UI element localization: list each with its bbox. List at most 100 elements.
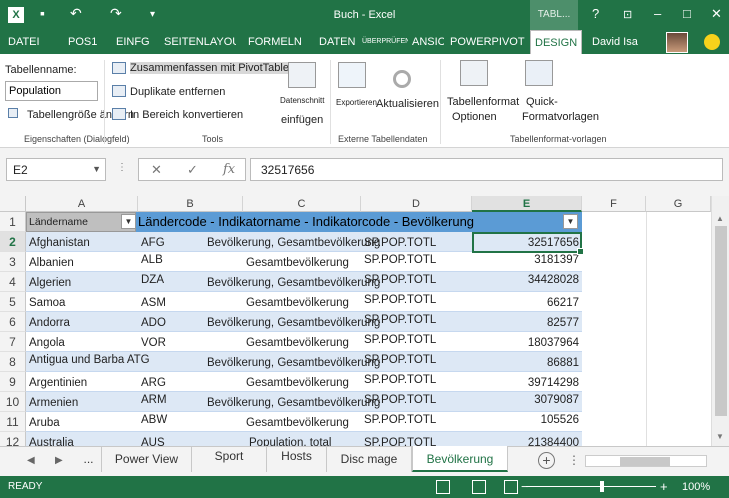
add-sheet-icon[interactable]: + [538, 452, 555, 469]
cell-indicator-code[interactable]: SP.POP.TOTL [361, 352, 436, 372]
row-header[interactable]: 10 [0, 392, 26, 412]
formula-input[interactable]: 32517656 [250, 158, 723, 181]
ribbon-display-options-icon[interactable]: ⊡ [623, 8, 632, 21]
cell-population[interactable]: 66217 [472, 292, 582, 312]
cell-indicator[interactable]: Bevölkerung, Gesamtbevölkerung [204, 272, 380, 292]
cell-country[interactable]: Antigua und Barba ATG [26, 352, 150, 372]
cell-code[interactable]: ARG [138, 372, 166, 392]
cell-indicator[interactable]: Bevölkerung, Gesamtbevölkerung [204, 312, 380, 332]
chevron-down-icon[interactable]: ▼ [92, 164, 101, 174]
cell-indicator-code[interactable]: SP.POP.TOTL [361, 392, 436, 412]
column-header-b[interactable]: B [138, 196, 243, 212]
active-cell-e2[interactable] [472, 232, 584, 255]
header-cell-laendername[interactable]: Ländername [26, 212, 136, 232]
tab-ansicht[interactable]: ANSICHT [408, 30, 444, 54]
tab-einfg[interactable]: EINFG [112, 30, 154, 54]
horizontal-scrollbar[interactable] [585, 455, 707, 467]
quick-styles-button-2[interactable]: Formatvorlagen [522, 111, 599, 123]
close-button[interactable]: ✕ [711, 6, 722, 22]
name-box[interactable]: E2 ▼ [6, 158, 106, 181]
sheet-tab-bevoelkerung[interactable]: Bevölkerung [412, 446, 508, 472]
tab-ueberpruefen[interactable]: ÜBERPRÜFEN [358, 30, 408, 54]
sheet-tab-sport[interactable]: Sport [192, 446, 267, 472]
filter-dropdown-icon[interactable]: ▼ [563, 214, 578, 229]
cell-population[interactable]: 3079087 [472, 392, 582, 412]
page-break-view-icon[interactable] [504, 480, 518, 494]
cell-indicator[interactable]: Population, total [246, 432, 331, 446]
cell-code[interactable]: AUS [138, 432, 165, 446]
sheet-tab-more[interactable]: ... [76, 446, 102, 472]
summarize-pivot-button[interactable]: Zusammenfassen mit PivotTable [130, 62, 289, 74]
cancel-icon[interactable]: ✕ [151, 162, 162, 178]
column-header-f[interactable]: F [582, 196, 646, 212]
worksheet-grid[interactable]: A B C D E F G 1 2 3 4 5 6 7 8 9 10 11 12… [0, 196, 729, 446]
select-all-corner[interactable] [0, 196, 26, 212]
cell-indicator-code[interactable]: SP.POP.TOTL [361, 272, 436, 292]
cell-indicator[interactable]: Gesamtbevölkerung [243, 292, 349, 312]
export-button[interactable]: Exportieren [336, 98, 377, 107]
page-layout-view-icon[interactable] [472, 480, 486, 494]
cell-indicator-code[interactable]: SP.POP.TOTL [361, 312, 436, 332]
tab-formeln[interactable]: FORMELN [244, 30, 306, 54]
cell-country[interactable]: Aruba [26, 412, 60, 432]
row-header[interactable]: 12 [0, 432, 26, 446]
confirm-icon[interactable]: ✓ [187, 162, 198, 178]
cell-population[interactable]: 34428028 [472, 272, 582, 292]
quick-styles-button[interactable]: Quick- [526, 96, 558, 108]
cell-indicator-code[interactable]: SP.POP.TOTL [361, 232, 436, 252]
cell-population[interactable]: 105526 [472, 412, 582, 432]
cell-indicator[interactable]: Bevölkerung, Gesamtbevölkerung [204, 392, 380, 412]
cell-indicator[interactable]: Gesamtbevölkerung [243, 252, 349, 272]
cell-indicator[interactable]: Bevölkerung, Gesamtbevölkerung [204, 232, 380, 252]
cell-population[interactable]: 18037964 [472, 332, 582, 352]
row-header[interactable]: 8 [0, 352, 26, 372]
cell-indicator-code[interactable]: SP.POP.TOTL [361, 432, 436, 446]
cell-country[interactable]: Albanien [26, 252, 74, 272]
cell-indicator-code[interactable]: SP.POP.TOTL [361, 252, 436, 272]
sheet-next-icon[interactable]: ▶ [55, 455, 63, 466]
cell-country[interactable]: Afghanistan [26, 232, 90, 252]
row-header[interactable]: 3 [0, 252, 26, 272]
zoom-in-button[interactable]: + [660, 479, 668, 494]
scroll-thumb[interactable] [715, 226, 727, 416]
cell-population[interactable]: 3181397 [472, 252, 582, 272]
row-header[interactable]: 2 [0, 232, 26, 252]
scroll-thumb[interactable] [620, 457, 670, 466]
cell-code[interactable]: ADO [138, 312, 166, 332]
remove-duplicates-button[interactable]: Duplikate entfernen [130, 86, 225, 98]
tab-datei[interactable]: DATEI [4, 30, 44, 54]
header-cell-merged[interactable]: Ländercode - Indikatorname - Indikatorco… [138, 212, 474, 232]
row-header[interactable]: 7 [0, 332, 26, 352]
insert-slicer-label-2[interactable]: einfügen [281, 114, 323, 126]
tab-pos1[interactable]: POS1 [64, 30, 101, 54]
cell-population[interactable]: 21384400 [472, 432, 582, 446]
insert-function-icon[interactable]: fx [223, 162, 235, 177]
avatar[interactable] [666, 32, 688, 53]
cell-code[interactable] [138, 352, 141, 372]
cell-country[interactable]: Australia [26, 432, 74, 446]
minimize-button[interactable]: – [654, 6, 661, 21]
row-header[interactable]: 5 [0, 292, 26, 312]
sheet-prev-icon[interactable]: ◀ [27, 455, 35, 466]
insert-slicer-label[interactable]: Datenschnitt [280, 96, 324, 105]
row-header[interactable]: 1 [0, 212, 26, 232]
zoom-level[interactable]: 100% [682, 481, 710, 493]
refresh-button[interactable]: Aktualisieren [376, 98, 439, 110]
cell-indicator[interactable]: Gesamtbevölkerung [243, 412, 349, 432]
cell-code[interactable]: ABW [138, 412, 167, 432]
cell-code[interactable]: AFG [138, 232, 165, 252]
cell-country[interactable]: Algerien [26, 272, 71, 292]
normal-view-icon[interactable] [436, 480, 450, 494]
vertical-scrollbar[interactable]: ▲ ▼ [711, 196, 729, 446]
feedback-smiley-icon[interactable] [704, 34, 720, 50]
column-header-e[interactable]: E [472, 196, 582, 212]
cell-indicator-code[interactable]: SP.POP.TOTL [361, 372, 436, 392]
restore-button[interactable]: □ [683, 6, 691, 21]
cell-indicator-code[interactable]: SP.POP.TOTL [361, 412, 436, 432]
table-style-options-button[interactable]: Tabellenformat [447, 96, 519, 108]
zoom-slider-knob[interactable] [600, 481, 604, 492]
cell-country[interactable]: Samoa [26, 292, 65, 312]
cell-code[interactable]: ALB [138, 252, 163, 272]
cell-population[interactable]: 82577 [472, 312, 582, 332]
filter-dropdown-icon[interactable]: ▼ [121, 214, 136, 229]
